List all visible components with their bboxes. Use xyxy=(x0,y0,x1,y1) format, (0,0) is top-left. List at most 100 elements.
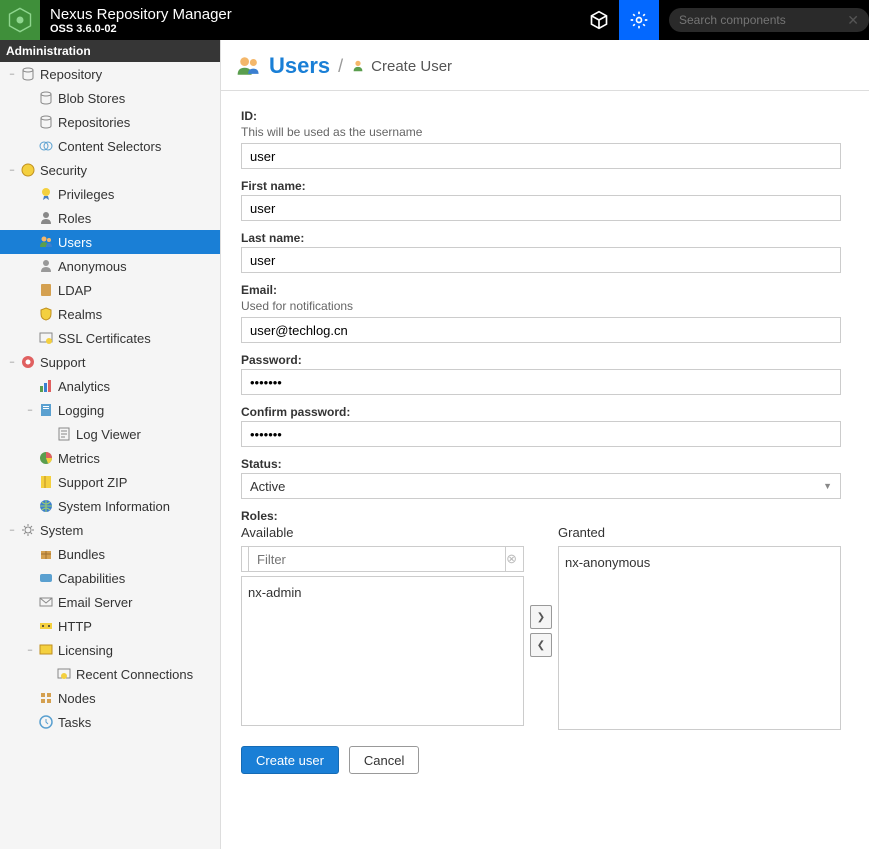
tree-expander-icon[interactable]: − xyxy=(6,357,18,367)
sidebar-item-tasks[interactable]: Tasks xyxy=(0,710,220,734)
search-input[interactable] xyxy=(679,13,847,27)
db-icon xyxy=(38,114,54,130)
sidebar-item-label: Capabilities xyxy=(58,571,125,586)
revoke-role-button[interactable]: ❮ xyxy=(530,633,552,657)
top-bar: Nexus Repository Manager OSS 3.6.0-02 ✕ xyxy=(0,0,869,40)
sidebar-item-privileges[interactable]: Privileges xyxy=(0,182,220,206)
status-select[interactable]: Active ▼ xyxy=(241,473,841,499)
sidebar-item-label: Security xyxy=(40,163,87,178)
sidebar-item-label: Anonymous xyxy=(58,259,127,274)
tree-expander-icon[interactable]: − xyxy=(6,525,18,535)
sidebar-item-recent-connections[interactable]: Recent Connections xyxy=(0,662,220,686)
lastname-label: Last name: xyxy=(241,231,849,245)
status-label: Status: xyxy=(241,457,849,471)
sidebar-item-email-server[interactable]: Email Server xyxy=(0,590,220,614)
sidebar-item-anonymous[interactable]: Anonymous xyxy=(0,254,220,278)
sidebar-item-ldap[interactable]: LDAP xyxy=(0,278,220,302)
tree-expander-icon[interactable]: − xyxy=(6,69,18,79)
sidebar-item-label: Realms xyxy=(58,307,102,322)
sidebar-item-realms[interactable]: Realms xyxy=(0,302,220,326)
granted-title: Granted xyxy=(558,525,841,540)
sidebar-item-label: Privileges xyxy=(58,187,114,202)
tree-expander-icon[interactable]: − xyxy=(24,405,36,415)
available-role-item[interactable]: nx-admin xyxy=(248,583,517,602)
sidebar-item-repository[interactable]: − Repository xyxy=(0,62,220,86)
anon-icon xyxy=(38,258,54,274)
sidebar-item-metrics[interactable]: Metrics xyxy=(0,446,220,470)
page-subtitle: Create User xyxy=(371,58,452,75)
sidebar-item-label: Repositories xyxy=(58,115,130,130)
sidebar-item-label: Users xyxy=(58,235,92,250)
sidebar-item-label: Logging xyxy=(58,403,104,418)
search-box[interactable]: ✕ xyxy=(669,8,869,32)
sidebar-item-support[interactable]: − Support xyxy=(0,350,220,374)
sidebar-item-repositories[interactable]: Repositories xyxy=(0,110,220,134)
sidebar-item-users[interactable]: Users xyxy=(0,230,220,254)
tree-expander-icon[interactable]: − xyxy=(6,165,18,175)
confirm-password-input[interactable] xyxy=(241,421,841,447)
cube-icon xyxy=(589,10,609,30)
tree-expander-icon[interactable]: − xyxy=(24,645,36,655)
sidebar-item-log-viewer[interactable]: Log Viewer xyxy=(0,422,220,446)
sidebar-item-label: Support ZIP xyxy=(58,475,127,490)
sidebar-item-bundles[interactable]: Bundles xyxy=(0,542,220,566)
grant-role-button[interactable]: ❯ xyxy=(530,605,552,629)
lastname-input[interactable] xyxy=(241,247,841,273)
sidebar-item-roles[interactable]: Roles xyxy=(0,206,220,230)
firstname-input[interactable] xyxy=(241,195,841,221)
filter-clear-icon[interactable]: ⊗ xyxy=(506,551,517,567)
cancel-button[interactable]: Cancel xyxy=(349,746,419,774)
email-input[interactable] xyxy=(241,317,841,343)
sidebar-item-label: Support xyxy=(40,355,86,370)
cert-icon xyxy=(38,330,54,346)
sidebar-item-content-selectors[interactable]: Content Selectors xyxy=(0,134,220,158)
bundle-icon xyxy=(38,546,54,562)
medal-icon xyxy=(38,186,54,202)
sidebar-item-logging[interactable]: − Logging xyxy=(0,398,220,422)
granted-roles-list[interactable]: nx-anonymous xyxy=(558,546,841,730)
sidebar-item-security[interactable]: − Security xyxy=(0,158,220,182)
sidebar-item-ssl-certificates[interactable]: SSL Certificates xyxy=(0,326,220,350)
sidebar-item-label: Tasks xyxy=(58,715,91,730)
search-clear-icon[interactable]: ✕ xyxy=(847,12,859,29)
browse-mode-button[interactable] xyxy=(579,0,619,40)
sidebar-item-label: Bundles xyxy=(58,547,105,562)
available-roles-list[interactable]: nx-admin xyxy=(241,576,524,726)
nodes-icon xyxy=(38,690,54,706)
password-input[interactable] xyxy=(241,369,841,395)
sidebar: Administration −RepositoryBlob StoresRep… xyxy=(0,40,221,849)
sidebar-item-label: Blob Stores xyxy=(58,91,125,106)
globe-icon xyxy=(38,498,54,514)
roles-filter-box[interactable]: ⊗ xyxy=(241,546,524,572)
email-hint: Used for notifications xyxy=(241,299,849,313)
id-input[interactable] xyxy=(241,143,841,169)
sidebar-item-blob-stores[interactable]: Blob Stores xyxy=(0,86,220,110)
granted-role-item[interactable]: nx-anonymous xyxy=(565,553,834,572)
roles-filter-input[interactable] xyxy=(248,546,506,572)
sidebar-item-http[interactable]: HTTP xyxy=(0,614,220,638)
user-small-icon xyxy=(351,59,365,73)
product-version: OSS 3.6.0-02 xyxy=(50,23,232,35)
doc-icon xyxy=(38,402,54,418)
sidebar-item-label: Repository xyxy=(40,67,102,82)
sidebar-item-capabilities[interactable]: Capabilities xyxy=(0,566,220,590)
main-content: Users / Create User ID: This will be use… xyxy=(221,40,869,849)
sidebar-item-analytics[interactable]: Analytics xyxy=(0,374,220,398)
users-icon xyxy=(38,234,54,250)
sidebar-item-label: System Information xyxy=(58,499,170,514)
sidebar-item-support-zip[interactable]: Support ZIP xyxy=(0,470,220,494)
sidebar-item-licensing[interactable]: −Licensing xyxy=(0,638,220,662)
create-user-button[interactable]: Create user xyxy=(241,746,339,774)
sidebar-item-label: Email Server xyxy=(58,595,132,610)
security-icon xyxy=(20,162,36,178)
sidebar-item-system-information[interactable]: System Information xyxy=(0,494,220,518)
sidebar-item-label: Content Selectors xyxy=(58,139,161,154)
confirm-password-label: Confirm password: xyxy=(241,405,849,419)
admin-mode-button[interactable] xyxy=(619,0,659,40)
db-icon xyxy=(20,66,36,82)
nav-tree: − Repository Blob Stores Repositories Conten… xyxy=(0,62,220,734)
sidebar-item-system[interactable]: −System xyxy=(0,518,220,542)
users-icon xyxy=(235,52,263,80)
sidebar-item-label: HTTP xyxy=(58,619,92,634)
sidebar-item-nodes[interactable]: Nodes xyxy=(0,686,220,710)
